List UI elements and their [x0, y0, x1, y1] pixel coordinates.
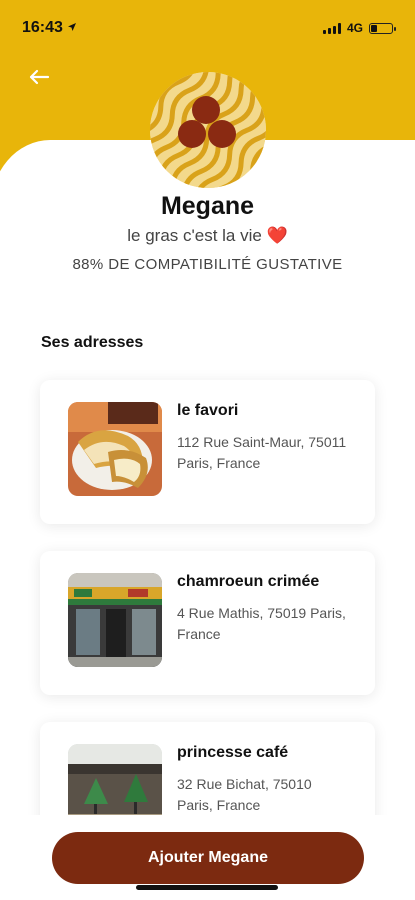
address-text: 4 Rue Mathis, 75019 Paris, France: [177, 605, 346, 642]
address-text: 32 Rue Bichat, 75010 Paris, France: [177, 776, 312, 813]
signal-icon: [322, 22, 341, 34]
address-name: chamroeun crimée: [177, 573, 320, 590]
address-card[interactable]: le favori 112 Rue Saint-Maur, 75011 Pari…: [40, 380, 375, 524]
status-indicators: 4G: [322, 21, 396, 35]
noodles-avatar-icon: [150, 72, 266, 188]
storefront-photo: [68, 573, 162, 667]
location-arrow-icon: [67, 19, 77, 37]
back-button[interactable]: [24, 64, 54, 94]
status-time: 16:43: [22, 19, 63, 36]
address-card[interactable]: chamroeun crimée 4 Rue Mathis, 75019 Par…: [40, 551, 375, 695]
network-label: 4G: [346, 21, 363, 35]
compatibility-score: 88% DE COMPATIBILITÉ GUSTATIVE: [72, 256, 343, 273]
arrow-left-icon: [28, 69, 50, 90]
address-name: le favori: [177, 402, 239, 419]
status-bar: 16:43 4G: [0, 0, 415, 56]
status-time-group: 16:43: [22, 19, 77, 37]
address-text: 112 Rue Saint-Maur, 75011 Paris, France: [177, 434, 347, 471]
battery-level: [371, 24, 377, 32]
address-name: princesse café: [177, 744, 289, 761]
home-indicator: [136, 885, 278, 890]
profile-bio: le gras c'est la vie ❤️: [127, 226, 288, 245]
add-friend-button[interactable]: Ajouter Megane: [52, 832, 364, 884]
profile-name: Megane: [160, 192, 255, 220]
battery-icon: [369, 22, 396, 34]
avatar: [150, 72, 266, 188]
sandwich-photo: [68, 402, 162, 496]
section-title: Ses adresses: [41, 334, 144, 351]
